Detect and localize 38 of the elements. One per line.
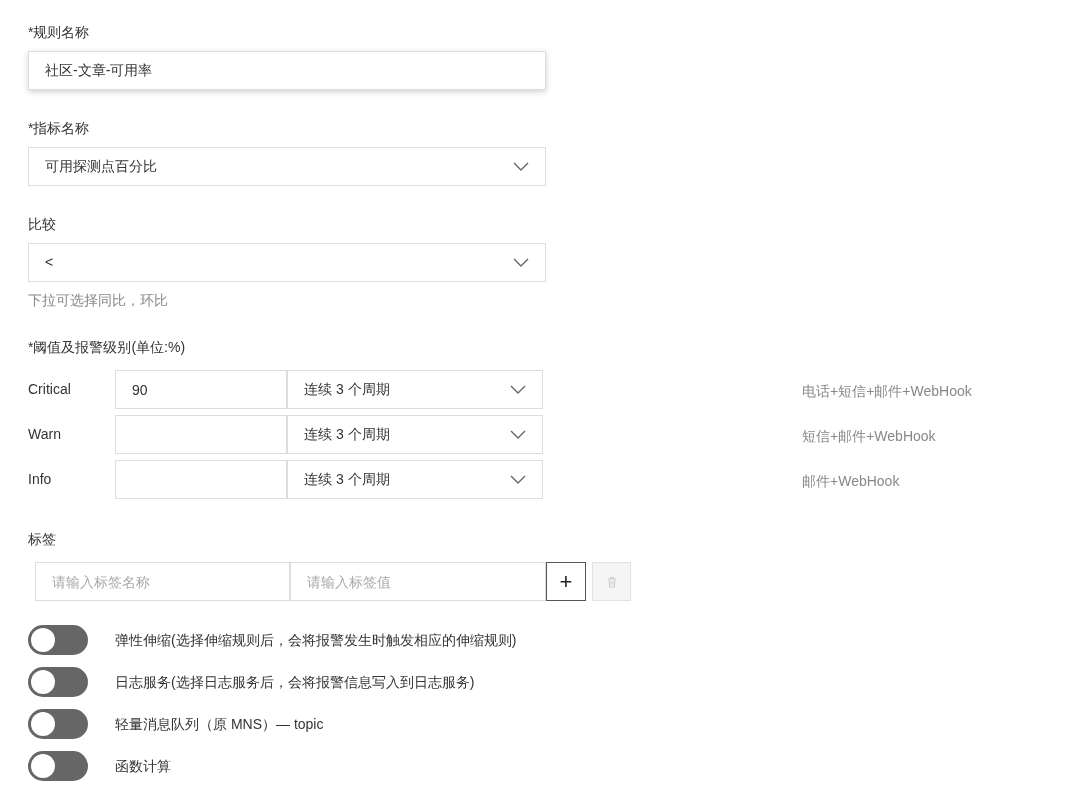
toggle-switch[interactable]: [28, 709, 88, 739]
toggle-label: 轻量消息队列（原 MNS）— topic: [115, 714, 324, 734]
period-select[interactable]: 连续 3 个周期: [287, 415, 543, 454]
notify-channels: 邮件+WebHook: [802, 472, 900, 491]
field-label: *指标名称: [28, 119, 91, 138]
level-label: Warn: [28, 425, 62, 444]
level-label: Info: [28, 470, 53, 489]
metric-select[interactable]: 可用探测点百分比: [28, 147, 546, 186]
threshold-field[interactable]: 90: [115, 370, 287, 409]
field-label: 标签: [28, 530, 57, 549]
chevron-down-icon: [513, 258, 529, 267]
toggle-switch[interactable]: [28, 751, 88, 781]
chevron-down-icon: [513, 162, 529, 171]
toggle-switch[interactable]: [28, 667, 88, 697]
notify-channels: 电话+短信+邮件+WebHook: [802, 382, 972, 401]
toggle-label: 弹性伸缩(选择伸缩规则后，会将报警发生时触发相应的伸缩规则): [115, 630, 517, 650]
chevron-down-icon: [510, 385, 526, 394]
compare-select[interactable]: <: [28, 243, 546, 282]
field-label: 比较: [28, 215, 57, 234]
tag-value-field[interactable]: 请输入标签值: [290, 562, 546, 601]
toggle-switch[interactable]: [28, 625, 88, 655]
chevron-down-icon: [510, 475, 526, 484]
trash-icon: [606, 575, 617, 588]
chevron-down-icon: [510, 430, 526, 439]
add-tag-button[interactable]: +: [546, 562, 586, 601]
level-label: Critical: [28, 380, 72, 399]
hint-text: 下拉可选择同比，环比: [28, 291, 169, 310]
toggle-label: 日志服务(选择日志服务后，会将报警信息写入到日志服务): [115, 672, 475, 692]
period-select[interactable]: 连续 3 个周期: [287, 460, 543, 499]
notify-channels: 短信+邮件+WebHook: [802, 427, 936, 446]
toggle-label: 函数计算: [115, 756, 171, 776]
field-label: *规则名称: [28, 23, 91, 42]
threshold-field[interactable]: [115, 415, 287, 454]
threshold-field[interactable]: [115, 460, 287, 499]
tag-name-field[interactable]: 请输入标签名称: [35, 562, 290, 601]
field-label: *阈值及报警级别(单位:%): [28, 338, 187, 357]
rule-name-field[interactable]: 社区-文章-可用率: [28, 51, 546, 90]
period-select[interactable]: 连续 3 个周期: [287, 370, 543, 409]
